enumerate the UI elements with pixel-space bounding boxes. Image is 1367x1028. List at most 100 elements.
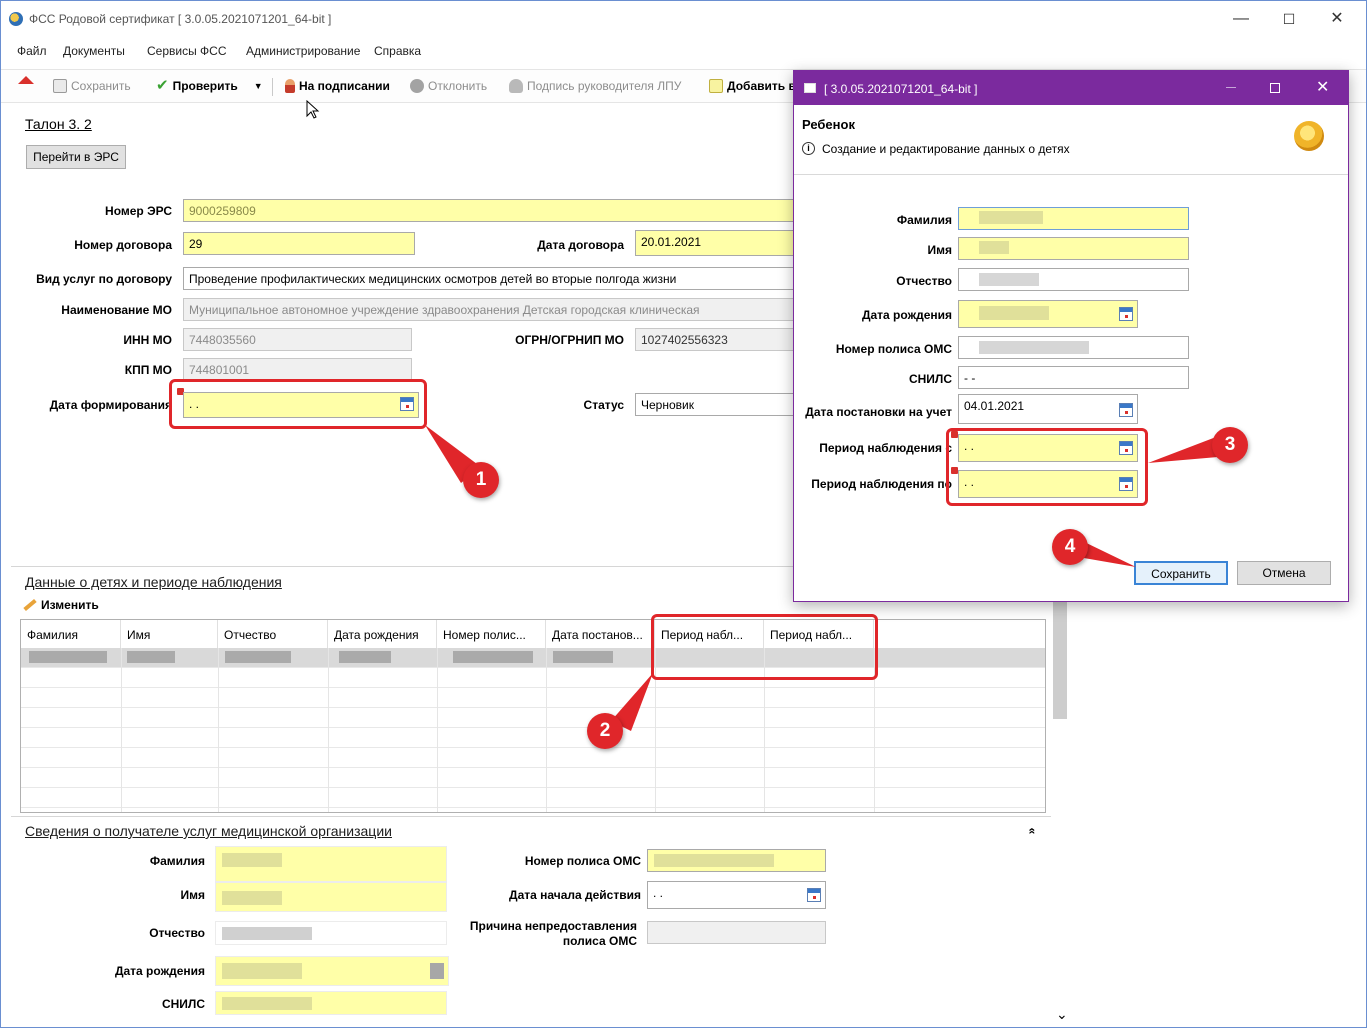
grid-line xyxy=(121,648,122,812)
redacted-value xyxy=(222,997,312,1010)
calendar-icon[interactable] xyxy=(1119,403,1133,417)
users-icon xyxy=(509,79,523,93)
menu-fss-services[interactable]: Сервисы ФСС xyxy=(147,44,227,58)
redacted-value xyxy=(222,853,282,867)
collapse-icon[interactable]: « xyxy=(1025,828,1039,835)
calendar-icon[interactable] xyxy=(1119,307,1133,321)
kpp-field: 744801001 xyxy=(183,358,412,381)
dlg-period-from-label: Период наблюдения с xyxy=(819,441,952,455)
dlg-patronymic-label: Отчество xyxy=(896,274,952,288)
on-signing-button[interactable]: На подписании xyxy=(285,79,390,93)
dlg-surname-label: Фамилия xyxy=(896,213,952,227)
inn-label: ИНН МО xyxy=(123,333,172,347)
annotation-marker-4: 4 xyxy=(1052,529,1088,565)
save-toolbar-button[interactable]: Сохранить xyxy=(53,79,131,93)
menu-file[interactable]: Файл xyxy=(17,44,47,58)
dlg-name-label: Имя xyxy=(927,243,952,257)
close-button[interactable]: ✕ xyxy=(1314,1,1360,37)
status-field[interactable]: Черновик xyxy=(635,393,795,416)
reject-icon xyxy=(410,79,424,93)
calendar-icon[interactable] xyxy=(807,888,821,902)
table-row xyxy=(21,748,1045,768)
redacted-value xyxy=(222,891,282,905)
reject-button[interactable]: Отклонить xyxy=(410,79,487,93)
grid-line xyxy=(218,648,219,812)
ogrn-label: ОГРН/ОГРНИП МО xyxy=(515,333,624,347)
recipient-birth-field[interactable] xyxy=(215,956,449,986)
home-button[interactable] xyxy=(18,76,34,87)
dlg-snils-field[interactable]: - - xyxy=(958,366,1189,389)
dialog-heading: Ребенок xyxy=(802,117,855,132)
column-header-registration-date[interactable]: Дата постанов... xyxy=(546,620,655,648)
redacted-cell xyxy=(339,651,391,663)
column-header-name[interactable]: Имя xyxy=(121,620,218,648)
start-date-field[interactable]: . . xyxy=(647,881,826,909)
dlg-patronymic-field[interactable] xyxy=(958,268,1189,291)
dlg-save-button[interactable]: Сохранить xyxy=(1134,561,1228,585)
dlg-registration-date-field[interactable]: 04.01.2021 xyxy=(958,394,1138,424)
head-signature-button[interactable]: Подпись руководителя ЛПУ xyxy=(509,79,681,93)
table-row xyxy=(21,768,1045,788)
recipient-name-field[interactable] xyxy=(215,882,447,912)
pencil-icon xyxy=(23,598,37,612)
service-type-field[interactable]: Проведение профилактических медицинских … xyxy=(183,267,795,290)
column-header-policy[interactable]: Номер полис... xyxy=(437,620,546,648)
contract-date-field[interactable]: 20.01.2021 xyxy=(635,230,795,256)
ogrn-field: 1027402556323 xyxy=(635,328,795,351)
contract-number-field[interactable]: 29 xyxy=(183,232,415,255)
policy-reason-label: Причина непредоставления полиса ОМС xyxy=(469,919,637,948)
mouse-cursor-icon xyxy=(306,100,320,119)
dialog-title-bar: [ 3.0.05.2021071201_64-bit ] ✕ xyxy=(794,71,1348,105)
dialog-header: Ребенок i Создание и редактирование данн… xyxy=(794,105,1348,175)
ers-number-label: Номер ЭРС xyxy=(105,204,172,218)
recipient-snils-field[interactable] xyxy=(215,991,447,1015)
scroll-down-icon[interactable]: ⌄ xyxy=(1056,1006,1068,1023)
table-row xyxy=(21,788,1045,808)
children-grid[interactable]: Фамилия Имя Отчество Дата рождения Номер… xyxy=(20,619,1046,813)
policy-label: Номер полиса ОМС xyxy=(524,854,641,868)
calendar-icon[interactable] xyxy=(430,963,444,979)
dialog-title: [ 3.0.05.2021071201_64-bit ] xyxy=(824,82,978,96)
document-add-icon xyxy=(709,79,723,93)
ers-number-field[interactable]: 9000259809 xyxy=(183,199,795,222)
edit-button[interactable]: Изменить xyxy=(23,598,99,612)
column-header-surname[interactable]: Фамилия xyxy=(21,620,121,648)
dlg-policy-field[interactable] xyxy=(958,336,1189,359)
recipient-surname-field[interactable] xyxy=(215,846,447,882)
add-button[interactable]: Добавить в xyxy=(709,79,796,93)
scrollbar-thumb[interactable] xyxy=(1053,599,1067,719)
policy-reason-field xyxy=(647,921,826,944)
dialog-close-button[interactable]: ✕ xyxy=(1316,77,1329,97)
floppy-icon xyxy=(53,79,67,93)
dlg-name-field[interactable] xyxy=(958,237,1189,260)
checkmark-icon: ✔ xyxy=(156,77,169,94)
column-header-birth-date[interactable]: Дата рождения xyxy=(328,620,437,648)
check-button[interactable]: ✔ Проверить ▼ xyxy=(156,77,263,94)
dlg-birth-field[interactable] xyxy=(958,300,1138,328)
dlg-snils-label: СНИЛС xyxy=(908,372,952,386)
dialog-maximize-button[interactable] xyxy=(1270,83,1280,93)
table-row xyxy=(21,668,1045,688)
contract-number-label: Номер договора xyxy=(74,238,172,252)
redacted-cell xyxy=(553,651,613,663)
menu-documents[interactable]: Документы xyxy=(63,44,125,58)
annotation-box-1 xyxy=(169,379,427,429)
dlg-surname-field[interactable] xyxy=(958,207,1189,230)
column-header-patronymic[interactable]: Отчество xyxy=(218,620,328,648)
menu-help[interactable]: Справка xyxy=(374,44,421,58)
minimize-button[interactable]: — xyxy=(1218,1,1264,37)
dlg-cancel-button[interactable]: Отмена xyxy=(1237,561,1331,585)
policy-field[interactable] xyxy=(647,849,826,872)
redacted-value xyxy=(979,241,1009,254)
dlg-period-to-label: Период наблюдения по xyxy=(811,477,952,491)
table-row[interactable] xyxy=(21,648,1045,668)
home-icon xyxy=(18,76,34,84)
chevron-down-icon[interactable]: ▼ xyxy=(254,81,263,91)
annotation-marker-2: 2 xyxy=(587,713,623,749)
menu-administration[interactable]: Администрирование xyxy=(246,44,360,58)
maximize-button[interactable]: ☐ xyxy=(1266,1,1312,37)
table-row xyxy=(21,708,1045,728)
child-dialog: [ 3.0.05.2021071201_64-bit ] ✕ Ребенок i… xyxy=(793,70,1349,602)
recipient-patronymic-field[interactable] xyxy=(215,921,447,945)
go-to-ers-button[interactable]: Перейти в ЭРС xyxy=(26,145,126,169)
